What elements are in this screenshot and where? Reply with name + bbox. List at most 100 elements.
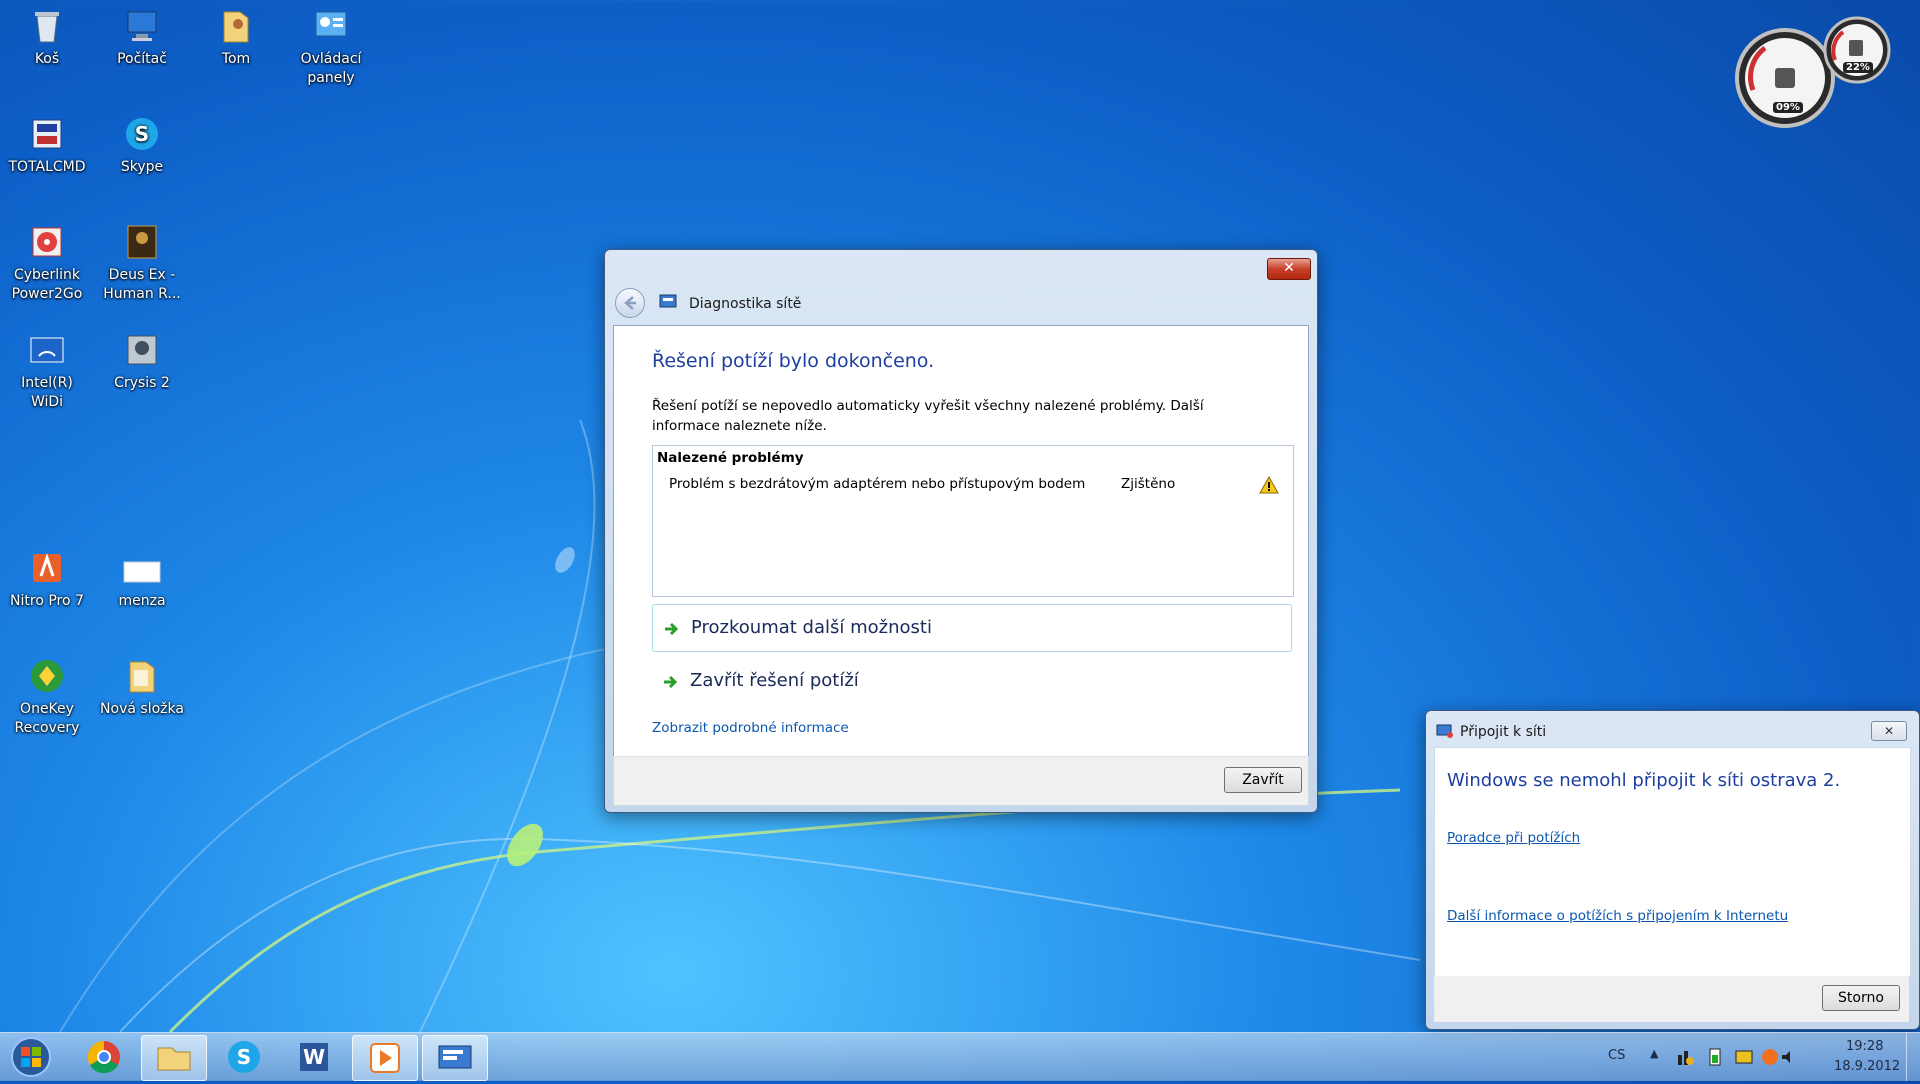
desktop-icon-label: Počítač xyxy=(117,51,167,67)
deus-ex-icon xyxy=(127,225,157,259)
document-icon xyxy=(123,561,161,583)
connect-message: Windows se nemohl připojit k síti ostrav… xyxy=(1447,770,1841,791)
close-button[interactable]: Zavřít xyxy=(1224,767,1302,793)
desktop-icon-label: Tom xyxy=(221,51,251,67)
desktop-icon-label: OneKey Recovery xyxy=(14,701,80,736)
connect-window-title: Připojit k síti xyxy=(1460,724,1547,740)
diagnostics-content: Řešení potíží bylo dokončeno. Řešení pot… xyxy=(613,325,1309,757)
power2go-icon xyxy=(32,227,62,257)
start-button[interactable] xyxy=(6,1035,56,1079)
desktop-icon-label: menza xyxy=(118,593,166,609)
tray-icons xyxy=(1678,1048,1790,1066)
diagnostics-window-title: Diagnostika sítě xyxy=(689,296,802,312)
desktop-icon-recycle-bin[interactable]: Koš xyxy=(3,6,91,69)
desktop-icon-tom[interactable]: Tom xyxy=(192,6,280,69)
taskbar-word[interactable]: W xyxy=(282,1035,346,1079)
desktop-icon-label: Nitro Pro 7 xyxy=(10,593,84,609)
taskbar-media-player[interactable] xyxy=(352,1035,418,1081)
clock-time[interactable]: 19:28 xyxy=(1846,1039,1883,1054)
connect-close-button[interactable]: ✕ xyxy=(1871,721,1907,741)
green-arrow-icon xyxy=(665,622,679,636)
desktop-icon-control-panel[interactable]: Ovládací panely xyxy=(287,6,375,88)
network-diagnostics-icon xyxy=(438,1045,472,1069)
skype-icon: S xyxy=(228,1041,260,1073)
taskbar-explorer[interactable] xyxy=(141,1035,207,1081)
connect-footer: Storno xyxy=(1434,976,1909,1022)
explore-options-button[interactable]: Prozkoumat další možnosti xyxy=(652,604,1292,652)
recycle-bin-icon xyxy=(35,12,59,43)
diagnostics-window[interactable]: ✕ Diagnostika sítě Řešení potíží bylo do… xyxy=(604,249,1318,813)
view-details-link[interactable]: Zobrazit podrobné informace xyxy=(652,720,849,736)
desktop-icon-label: Nová složka xyxy=(100,701,184,717)
desktop-icon-label: TOTALCMD xyxy=(8,159,86,175)
onekey-recovery-icon xyxy=(31,660,63,692)
show-desktop-button[interactable] xyxy=(1906,1033,1920,1081)
desktop-icon-skype[interactable]: S Skype xyxy=(98,114,186,177)
diagnostics-footer: Zavřít xyxy=(613,756,1309,806)
user-folder-icon xyxy=(223,11,249,43)
nitro-pdf-icon xyxy=(33,553,61,582)
problems-header: Nalezené problémy xyxy=(657,450,804,466)
skype-icon: S xyxy=(126,118,158,150)
svg-text:W: W xyxy=(303,1045,325,1069)
avast-icon xyxy=(1762,1049,1778,1065)
desktop-icon-nitro[interactable]: Nitro Pro 7 xyxy=(3,548,91,611)
network-tray-icon xyxy=(1678,1051,1694,1065)
taskbar-skype[interactable]: S xyxy=(212,1035,276,1079)
desktop-icon-onekey[interactable]: OneKey Recovery xyxy=(3,656,91,738)
explorer-folder-icon xyxy=(157,1047,191,1071)
folder-icon xyxy=(129,661,155,693)
clock-date[interactable]: 18.9.2012 xyxy=(1834,1059,1900,1074)
problem-name: Problém s bezdrátovým adaptérem nebo pří… xyxy=(669,476,1086,492)
language-indicator[interactable]: CS xyxy=(1608,1048,1625,1063)
troubleshoot-link[interactable]: Poradce při potížích xyxy=(1447,830,1580,846)
back-arrow-icon xyxy=(624,296,636,310)
desktop-icon-totalcmd[interactable]: TOTALCMD xyxy=(3,114,91,177)
problem-status: Zjištěno xyxy=(1121,476,1176,492)
show-hidden-icons-button[interactable]: ▲ xyxy=(1650,1047,1658,1060)
media-player-icon xyxy=(370,1043,400,1073)
control-panel-icon xyxy=(315,11,347,37)
taskbar: S W CS ▲ 19:28 18.9.2012 xyxy=(0,1032,1920,1081)
memory-percent: 22% xyxy=(1843,62,1873,73)
desktop-icon-label: Koš xyxy=(34,51,60,67)
back-button[interactable] xyxy=(615,288,645,318)
explore-options-label: Prozkoumat další možnosti xyxy=(691,617,932,638)
desktop-icon-menza[interactable]: menza xyxy=(98,548,186,611)
desktop-icon-widi[interactable]: Intel(R) WiDi xyxy=(3,330,91,412)
chrome-icon xyxy=(87,1040,120,1074)
network-diagnostics-icon xyxy=(659,294,677,308)
cpu-meter-gadget[interactable]: 09% 22% xyxy=(1735,10,1895,130)
taskbar-chrome[interactable] xyxy=(72,1035,136,1079)
desktop-icon-label: Deus Ex - Human R... xyxy=(103,267,181,302)
network-icon xyxy=(1436,724,1453,738)
desktop-icon-deus-ex[interactable]: Deus Ex - Human R... xyxy=(98,222,186,304)
connect-content: Windows se nemohl připojit k síti ostrav… xyxy=(1434,747,1911,977)
hardware-icon xyxy=(1735,1050,1753,1064)
taskbar-network-diagnostics[interactable] xyxy=(422,1035,488,1081)
desktop-icon-label: Crysis 2 xyxy=(114,375,170,391)
svg-text:S: S xyxy=(135,122,149,146)
desktop-icon-computer[interactable]: Počítač xyxy=(98,6,186,69)
computer-icon xyxy=(127,11,157,41)
total-commander-icon xyxy=(32,119,62,149)
diagnostics-close-button[interactable]: ✕ xyxy=(1267,258,1311,280)
desktop-icon-power2go[interactable]: Cyberlink Power2Go xyxy=(3,222,91,304)
cpu-percent: 09% xyxy=(1773,102,1803,113)
table-row[interactable]: Problém s bezdrátovým adaptérem nebo pří… xyxy=(653,474,1293,498)
desktop-icon-label: Cyberlink Power2Go xyxy=(11,267,83,302)
cancel-button[interactable]: Storno xyxy=(1822,985,1900,1011)
close-troubleshooting-label: Zavřít řešení potíží xyxy=(690,670,859,691)
close-troubleshooting-button[interactable]: Zavřít řešení potíží xyxy=(652,658,1290,704)
page-title: Řešení potíží bylo dokončeno. xyxy=(652,350,935,372)
desktop-icon-label: Skype xyxy=(120,159,164,175)
warning-icon xyxy=(1259,476,1279,494)
volume-icon xyxy=(1782,1051,1790,1063)
connect-window[interactable]: Připojit k síti ✕ Windows se nemohl přip… xyxy=(1425,710,1920,1030)
more-info-link[interactable]: Další informace o potížích s připojením … xyxy=(1447,908,1788,924)
desktop-icon-label: Intel(R) WiDi xyxy=(21,375,73,410)
desktop-icon-new-folder[interactable]: Nová složka xyxy=(98,656,186,719)
desktop-icon-crysis[interactable]: Crysis 2 xyxy=(98,330,186,393)
svg-text:S: S xyxy=(237,1045,251,1069)
windows-logo-icon xyxy=(11,1037,51,1077)
